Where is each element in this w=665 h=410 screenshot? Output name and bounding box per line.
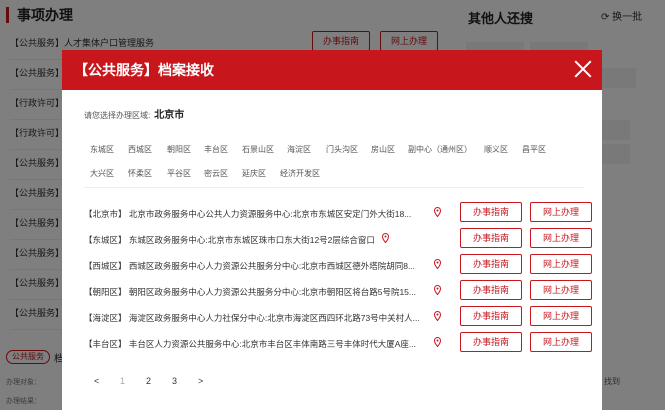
district-mentougou[interactable]: 门头沟区 bbox=[326, 144, 358, 155]
district-shijingshan[interactable]: 石景山区 bbox=[242, 144, 274, 155]
district-shunyi[interactable]: 顺义区 bbox=[484, 144, 508, 155]
location-row: 【东城区】 东城区政务服务中心:北京市东城区珠市口东大街12号2层综合窗口 办事… bbox=[84, 228, 592, 252]
location-text: 【东城区】 东城区政务服务中心:北京市东城区珠市口东大街12号2层综合窗口 bbox=[84, 235, 375, 245]
archive-receive-dialog: 【公共服务】档案接收 请您选择办理区域: 北京市 东城区 西城区 朝阳区 丰台区 … bbox=[62, 50, 602, 410]
location-row: 【丰台区】 丰台区人力资源公共服务中心:北京市丰台区丰体南路三号丰体时代大厦A座… bbox=[84, 332, 592, 356]
location-pin-icon[interactable] bbox=[382, 233, 389, 243]
district-fengtai[interactable]: 丰台区 bbox=[204, 144, 228, 155]
guide-button[interactable]: 办事指南 bbox=[460, 280, 522, 300]
online-apply-button[interactable]: 网上办理 bbox=[530, 254, 592, 274]
dialog-title: 【公共服务】档案接收 bbox=[74, 62, 214, 78]
district-daxing[interactable]: 大兴区 bbox=[90, 168, 114, 179]
online-apply-button[interactable]: 网上办理 bbox=[530, 280, 592, 300]
region-prompt: 请您选择办理区域: bbox=[84, 111, 151, 120]
online-apply-button[interactable]: 网上办理 bbox=[530, 332, 592, 352]
guide-button[interactable]: 办事指南 bbox=[460, 202, 522, 222]
close-icon[interactable] bbox=[572, 58, 594, 80]
guide-button[interactable]: 办事指南 bbox=[460, 306, 522, 326]
location-text: 【北京市】 北京市政务服务中心公共人力资源服务中心:北京市东城区安定门外大街18… bbox=[84, 209, 412, 219]
online-apply-button[interactable]: 网上办理 bbox=[530, 306, 592, 326]
location-pin-icon[interactable] bbox=[434, 207, 441, 217]
district-economic-zone[interactable]: 经济开发区 bbox=[280, 168, 320, 179]
location-row: 【海淀区】 海淀区政务服务中心人力社保分中心:北京市海淀区西四环北路73号中关村… bbox=[84, 306, 592, 330]
district-changping[interactable]: 昌平区 bbox=[522, 144, 546, 155]
location-text: 【朝阳区】 朝阳区政务服务中心人力资源公共服务分中心:北京市朝阳区将台路5号院1… bbox=[84, 287, 416, 297]
online-apply-button[interactable]: 网上办理 bbox=[530, 202, 592, 222]
district-haidian[interactable]: 海淀区 bbox=[287, 144, 311, 155]
page-3-button[interactable]: 3 bbox=[172, 376, 177, 386]
page-2-button[interactable]: 2 bbox=[146, 376, 151, 386]
district-dongcheng[interactable]: 东城区 bbox=[90, 144, 114, 155]
dialog-header: 【公共服务】档案接收 bbox=[62, 50, 602, 90]
district-miyun[interactable]: 密云区 bbox=[204, 168, 228, 179]
guide-button[interactable]: 办事指南 bbox=[460, 254, 522, 274]
location-pin-icon[interactable] bbox=[434, 259, 441, 269]
location-text: 【西城区】 西城区政务服务中心人力资源公共服务分中心:北京市西城区德外塔院胡同8… bbox=[84, 261, 416, 271]
district-chaoyang[interactable]: 朝阳区 bbox=[167, 144, 191, 155]
location-text: 【海淀区】 海淀区政务服务中心人力社保分中心:北京市海淀区西四环北路73号中关村… bbox=[84, 313, 420, 323]
location-row: 【北京市】 北京市政务服务中心公共人力资源服务中心:北京市东城区安定门外大街18… bbox=[84, 202, 592, 226]
guide-button[interactable]: 办事指南 bbox=[460, 332, 522, 352]
district-fangshan[interactable]: 房山区 bbox=[371, 144, 395, 155]
district-huairou[interactable]: 怀柔区 bbox=[128, 168, 152, 179]
location-pin-icon[interactable] bbox=[434, 285, 441, 295]
location-text: 【丰台区】 丰台区人力资源公共服务中心:北京市丰台区丰体南路三号丰体时代大厦A座… bbox=[84, 339, 416, 349]
location-pin-icon[interactable] bbox=[434, 311, 441, 321]
page-1-button[interactable]: 1 bbox=[120, 376, 125, 386]
district-list: 东城区 西城区 朝阳区 丰台区 石景山区 海淀区 门头沟区 房山区 副中心（通州… bbox=[84, 138, 584, 188]
district-pinggu[interactable]: 平谷区 bbox=[167, 168, 191, 179]
location-pin-icon[interactable] bbox=[434, 337, 441, 347]
district-yanqing[interactable]: 延庆区 bbox=[242, 168, 266, 179]
location-row: 【朝阳区】 朝阳区政务服务中心人力资源公共服务分中心:北京市朝阳区将台路5号院1… bbox=[84, 280, 592, 304]
region-value[interactable]: 北京市 bbox=[154, 110, 184, 121]
prev-page-button[interactable]: < bbox=[94, 376, 99, 386]
online-apply-button[interactable]: 网上办理 bbox=[530, 228, 592, 248]
district-xicheng[interactable]: 西城区 bbox=[128, 144, 152, 155]
guide-button[interactable]: 办事指南 bbox=[460, 228, 522, 248]
location-row: 【西城区】 西城区政务服务中心人力资源公共服务分中心:北京市西城区德外塔院胡同8… bbox=[84, 254, 592, 278]
district-tongzhou[interactable]: 副中心（通州区） bbox=[408, 144, 472, 155]
region-selector: 请您选择办理区域: 北京市 bbox=[84, 106, 184, 121]
next-page-button[interactable]: > bbox=[198, 376, 203, 386]
